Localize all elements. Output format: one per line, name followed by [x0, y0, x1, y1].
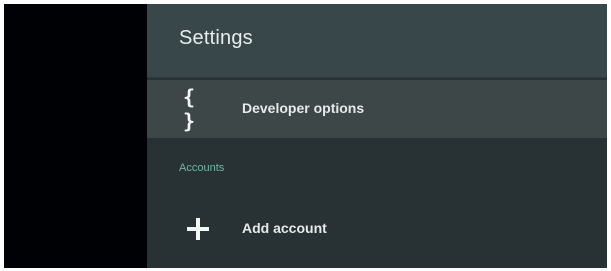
- plus-icon: [183, 214, 213, 244]
- settings-header: Settings: [147, 4, 607, 78]
- tv-screen: Settings { } Developer options Accounts …: [4, 4, 607, 268]
- add-account-label: Add account: [242, 220, 327, 236]
- page-title: Settings: [179, 27, 253, 49]
- settings-panel: Settings { } Developer options Accounts …: [147, 4, 607, 268]
- braces-icon: { }: [183, 85, 200, 133]
- developer-options-label: Developer options: [242, 100, 365, 116]
- developer-options-item[interactable]: { } Developer options: [147, 80, 607, 138]
- accounts-section-header: Accounts: [179, 162, 225, 174]
- add-account-item[interactable]: Add account: [147, 200, 607, 258]
- background-area: [4, 4, 147, 268]
